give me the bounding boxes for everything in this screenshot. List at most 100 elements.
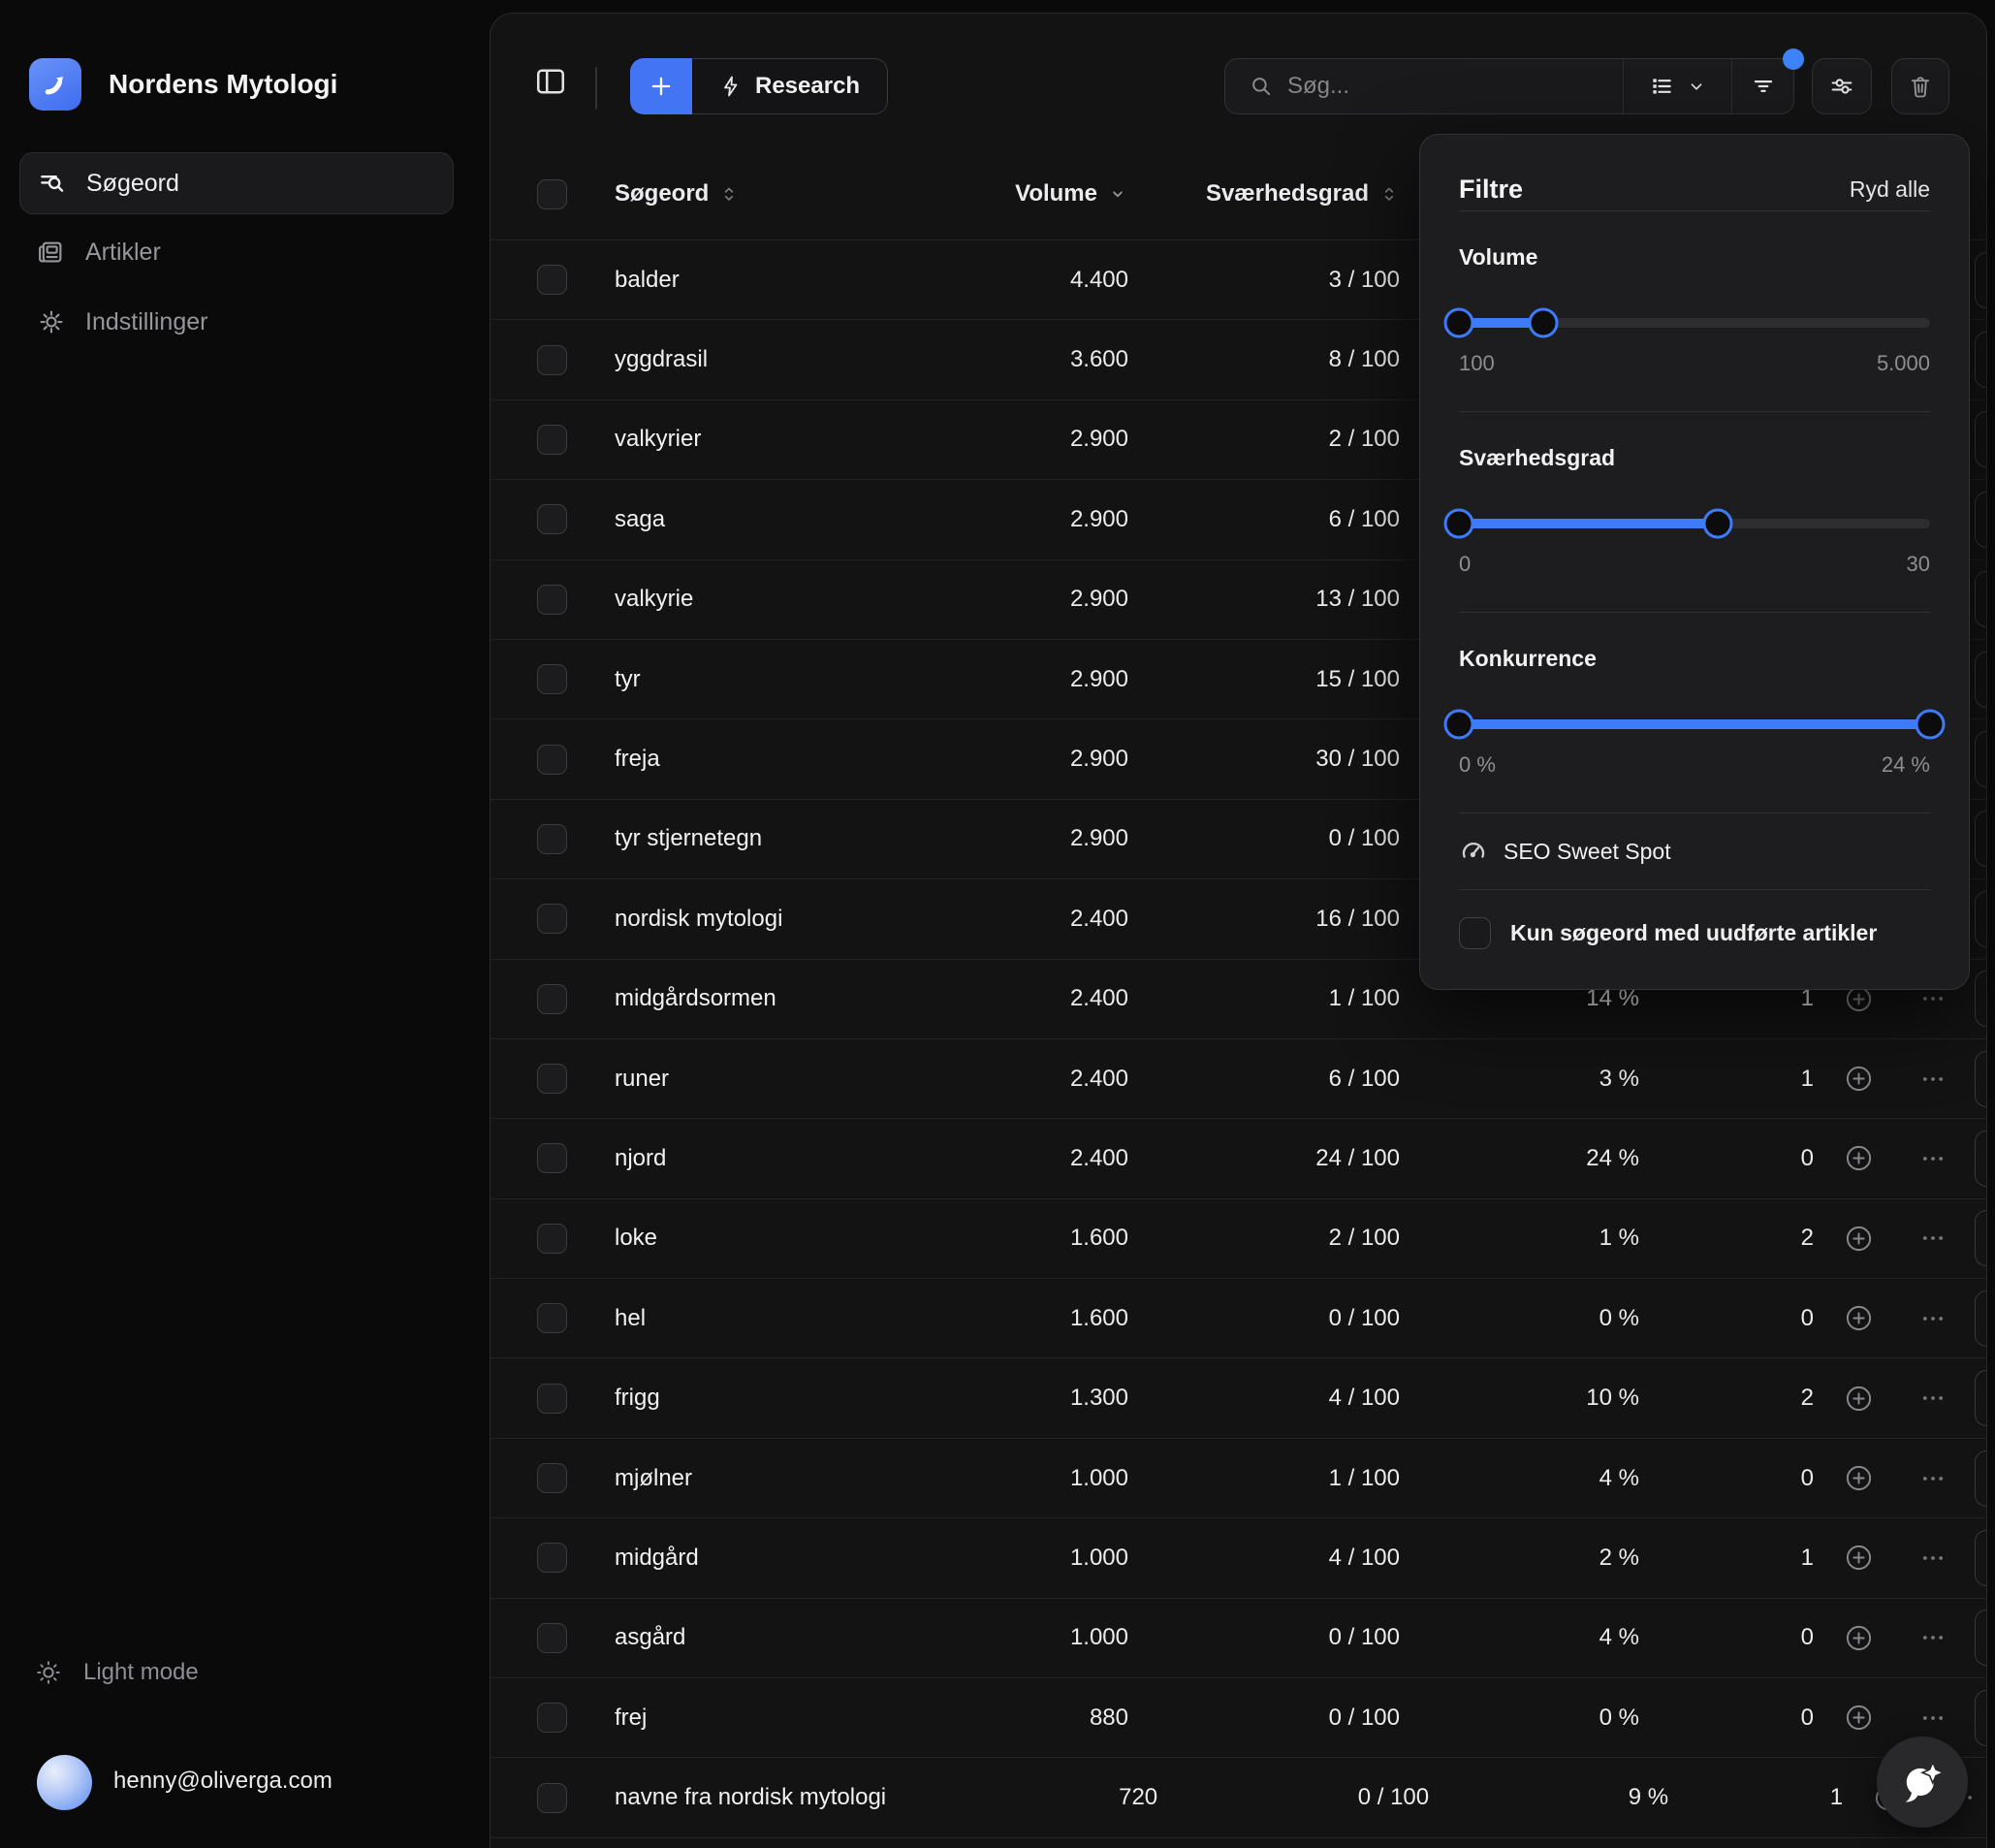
add-research-split-button: Research <box>630 58 888 114</box>
row-edge-button[interactable] <box>1975 891 1987 947</box>
search-input[interactable] <box>1287 73 1623 100</box>
row-edge-button[interactable] <box>1975 1210 1987 1266</box>
display-settings-button[interactable] <box>1812 58 1872 114</box>
row-menu-button[interactable] <box>1904 1066 1962 1093</box>
add-article-button[interactable] <box>1814 1143 1904 1173</box>
row-menu-button[interactable] <box>1904 1145 1962 1172</box>
delete-button[interactable] <box>1891 58 1949 114</box>
row-edge-button[interactable] <box>1975 1530 1987 1586</box>
slider-knob-max[interactable] <box>1703 508 1733 538</box>
row-checkbox[interactable] <box>537 1303 567 1333</box>
add-article-button[interactable] <box>1814 1064 1904 1094</box>
volume-cell: 2.900 <box>857 746 1128 773</box>
articles-count-cell: 2 <box>1639 1225 1814 1252</box>
row-checkbox[interactable] <box>537 1143 567 1173</box>
keyword-cell: balder <box>615 267 857 294</box>
row-checkbox[interactable] <box>537 1463 567 1493</box>
row-edge-button[interactable] <box>1975 1290 1987 1347</box>
add-article-button[interactable] <box>1814 1303 1904 1333</box>
row-edge-button[interactable] <box>1975 1370 1987 1426</box>
row-edge-button[interactable] <box>1975 811 1987 867</box>
volume-cell: 1.300 <box>857 1385 1128 1412</box>
slider-knob-max[interactable] <box>1916 709 1946 739</box>
row-menu-button[interactable] <box>1904 1545 1962 1572</box>
theme-toggle[interactable]: Light mode <box>35 1659 199 1686</box>
row-checkbox[interactable] <box>537 1384 567 1414</box>
add-article-button[interactable] <box>1814 1623 1904 1653</box>
ellipsis-icon <box>1919 1705 1947 1732</box>
row-checkbox[interactable] <box>537 1224 567 1254</box>
row-checkbox[interactable] <box>537 664 567 694</box>
add-article-button[interactable] <box>1814 1463 1904 1493</box>
row-menu-button[interactable] <box>1904 1305 1962 1332</box>
row-checkbox[interactable] <box>537 345 567 375</box>
row-edge-button[interactable] <box>1975 1450 1987 1507</box>
difficulty-cell: 24 / 100 <box>1128 1145 1400 1172</box>
research-button[interactable]: Research <box>692 58 888 114</box>
sidebar-item-keywords[interactable]: Søgeord <box>19 152 454 214</box>
keyword-cell: tyr stjernetegn <box>615 825 857 852</box>
clear-all-filters-button[interactable]: Ryd alle <box>1850 176 1930 203</box>
row-checkbox[interactable] <box>537 1703 567 1733</box>
column-header-difficulty[interactable]: Sværhedsgrad <box>1128 180 1400 207</box>
row-edge-button[interactable] <box>1975 252 1987 308</box>
row-edge-button[interactable] <box>1975 1131 1987 1187</box>
add-article-button[interactable] <box>1814 1384 1904 1414</box>
row-checkbox[interactable] <box>537 745 567 775</box>
row-edge-button[interactable] <box>1975 731 1987 787</box>
row-edge-button[interactable] <box>1975 1690 1987 1746</box>
range-slider <box>1459 709 1930 739</box>
add-article-button[interactable] <box>1814 1543 1904 1573</box>
row-checkbox[interactable] <box>537 904 567 934</box>
difficulty-cell: 13 / 100 <box>1128 586 1400 613</box>
ellipsis-icon <box>1919 1145 1947 1172</box>
view-mode-button[interactable] <box>1623 59 1731 113</box>
row-checkbox[interactable] <box>537 585 567 615</box>
row-menu-button[interactable] <box>1904 1624 1962 1651</box>
row-edge-button[interactable] <box>1975 1609 1987 1666</box>
row-checkbox[interactable] <box>537 504 567 534</box>
user-avatar[interactable] <box>37 1755 92 1810</box>
add-article-button[interactable] <box>1814 1703 1904 1733</box>
row-menu-button[interactable] <box>1904 1705 1962 1732</box>
theme-toggle-label: Light mode <box>83 1659 199 1686</box>
volume-cell: 2.400 <box>857 985 1128 1012</box>
row-checkbox[interactable] <box>537 984 567 1014</box>
slider-knob-min[interactable] <box>1444 307 1474 337</box>
assistant-button[interactable] <box>1877 1736 1968 1828</box>
row-edge-button[interactable] <box>1975 652 1987 708</box>
column-header-volume[interactable]: Volume <box>857 180 1128 207</box>
row-checkbox[interactable] <box>537 1623 567 1653</box>
row-checkbox[interactable] <box>537 1543 567 1573</box>
row-checkbox[interactable] <box>537 425 567 455</box>
select-all-checkbox[interactable] <box>537 179 567 209</box>
row-edge-button[interactable] <box>1975 411 1987 467</box>
sidebar-item-settings[interactable]: Indstillinger <box>19 291 454 353</box>
seo-sweet-spot-button[interactable]: SEO Sweet Spot <box>1459 813 1930 889</box>
row-checkbox[interactable] <box>537 1064 567 1094</box>
add-keyword-button[interactable] <box>630 58 692 114</box>
volume-cell: 2.900 <box>857 506 1128 533</box>
slider-knob-max[interactable] <box>1529 307 1559 337</box>
slider-knob-min[interactable] <box>1444 709 1474 739</box>
sidebar-toggle-button[interactable] <box>533 62 572 101</box>
unwritten-articles-checkbox[interactable] <box>1459 917 1491 949</box>
sidebar-item-articles[interactable]: Artikler <box>19 221 454 283</box>
row-checkbox[interactable] <box>537 1783 567 1813</box>
row-edge-button[interactable] <box>1975 1051 1987 1107</box>
row-checkbox[interactable] <box>537 824 567 854</box>
row-menu-button[interactable] <box>1904 1225 1962 1252</box>
table-row: asgård 1.000 0 / 100 4 % 0 <box>491 1599 1986 1678</box>
add-article-button[interactable] <box>1814 1224 1904 1254</box>
row-edge-button[interactable] <box>1975 332 1987 388</box>
row-edge-button[interactable] <box>1975 492 1987 548</box>
slider-knob-min[interactable] <box>1444 508 1474 538</box>
filter-button[interactable] <box>1731 59 1793 113</box>
column-header-keyword[interactable]: Søgeord <box>615 180 857 207</box>
row-edge-button[interactable] <box>1975 971 1987 1027</box>
row-edge-button[interactable] <box>1975 571 1987 627</box>
row-menu-button[interactable] <box>1904 1385 1962 1412</box>
row-checkbox[interactable] <box>537 265 567 295</box>
plus-circle-icon <box>1844 1543 1874 1573</box>
row-menu-button[interactable] <box>1904 1465 1962 1492</box>
